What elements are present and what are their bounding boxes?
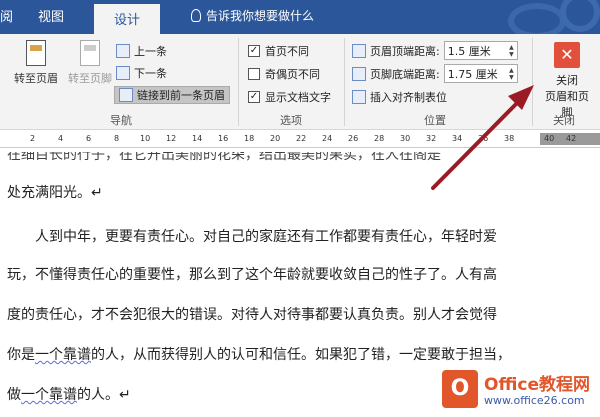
annotation-arrow-icon [431,85,534,190]
office-logo-icon: O [442,370,478,408]
site-watermark: O Office教程网 www.office26.com [436,366,600,417]
watermark-url: www.office26.com [484,394,585,407]
watermark-title: Office教程网 [484,375,591,395]
